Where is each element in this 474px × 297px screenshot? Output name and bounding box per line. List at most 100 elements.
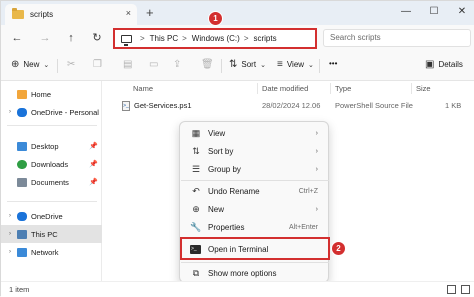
tab-title: scripts [30, 10, 54, 19]
menu-item-sort-by[interactable]: ⇅ Sort by › [184, 142, 326, 160]
breadcrumb-windows-c[interactable]: Windows (C:) [192, 34, 240, 43]
navigation-pane: Home › OneDrive - Personal Desktop 📌 Dow… [1, 81, 102, 281]
sort-button[interactable]: ⇅ Sort ⌄ [229, 59, 270, 70]
divider [411, 83, 412, 94]
plus-circle-icon: ⊕ [11, 59, 20, 70]
context-menu: ▦ View › ⇅ Sort by › ☰ Group by › ↶ Undo… [179, 121, 330, 283]
sidebar-item-label: Desktop [31, 141, 59, 151]
folder-icon [12, 8, 24, 19]
more-options-button[interactable]: ••• [329, 59, 337, 68]
menu-item-label: Undo Rename [208, 186, 260, 196]
chevron-right-icon[interactable]: › [9, 213, 17, 219]
column-header-size[interactable]: Size [416, 84, 431, 93]
chevron-right-icon[interactable]: › [9, 249, 17, 255]
details-button[interactable]: ▣ Details [425, 59, 463, 70]
divider [7, 125, 97, 126]
group-icon: ☰ [191, 163, 201, 174]
divider [181, 180, 329, 181]
column-header-date[interactable]: Date modified [262, 84, 308, 93]
up-button[interactable]: ↑ [63, 30, 79, 46]
menu-item-properties[interactable]: 🔧 Properties Alt+Enter [184, 218, 326, 236]
sidebar-item-label: Downloads [31, 159, 69, 169]
close-window-button[interactable]: ✕ [451, 3, 473, 21]
column-header-name[interactable]: Name [133, 84, 153, 93]
breadcrumb-separator: > [182, 34, 187, 43]
share-button[interactable]: ⇪ [173, 59, 185, 70]
sidebar-item-this-pc[interactable]: › This PC [1, 225, 102, 243]
sidebar-item-onedrive-personal[interactable]: › OneDrive - Personal [1, 103, 102, 121]
sidebar-item-onedrive[interactable]: › OneDrive [1, 207, 102, 225]
menu-item-show-more-options[interactable]: ⧉ Show more options [184, 264, 326, 282]
chevron-right-icon: › [315, 147, 318, 155]
details-pane-icon: ▣ [425, 59, 435, 70]
wrench-icon: 🔧 [190, 221, 202, 232]
network-icon [17, 247, 27, 257]
sidebar-item-label: Documents [31, 177, 69, 187]
copy-button[interactable]: ❐ [93, 59, 106, 70]
sort-icon: ⇅ [229, 59, 238, 70]
sidebar-item-home[interactable]: Home [1, 85, 102, 103]
forward-button[interactable]: → [37, 30, 53, 46]
table-row[interactable]: >_ Get-Services.ps1 28/02/2024 12.06 Pow… [117, 99, 467, 112]
rename-button[interactable]: ▭ [149, 59, 162, 70]
menu-item-view[interactable]: ▦ View › [184, 124, 326, 142]
chevron-down-icon: ⌄ [308, 61, 314, 69]
menu-item-new[interactable]: ⊕ New › [184, 200, 326, 218]
tiles-view-icon[interactable] [461, 285, 470, 294]
delete-button[interactable]: 🗑 [201, 59, 218, 70]
maximize-button[interactable]: ☐ [423, 3, 445, 21]
cut-button[interactable]: ✂ [67, 59, 79, 70]
rename-icon: ▭ [149, 59, 159, 70]
search-input[interactable]: Search scripts [323, 29, 471, 47]
chevron-right-icon[interactable]: › [9, 109, 17, 115]
close-tab-icon[interactable]: × [126, 8, 131, 18]
callout-badge-2: 2 [331, 241, 346, 256]
menu-item-group-by[interactable]: ☰ Group by › [184, 160, 326, 178]
new-tab-button[interactable]: + [146, 6, 154, 19]
back-button[interactable]: ← [9, 30, 25, 46]
breadcrumb-scripts[interactable]: scripts [253, 34, 276, 43]
powershell-file-icon: >_ [122, 101, 130, 111]
details-view-icon[interactable] [447, 285, 456, 294]
highlight-box [180, 237, 330, 260]
item-count: 1 item [9, 285, 30, 294]
scissors-icon: ✂ [67, 59, 76, 70]
share-icon: ⇪ [173, 59, 182, 70]
pin-icon[interactable]: 📌 [89, 160, 98, 168]
minimize-button[interactable]: — [395, 3, 417, 21]
file-date: 28/02/2024 12.06 [262, 101, 321, 110]
view-button-label: View [286, 60, 305, 69]
chevron-right-icon: › [315, 129, 318, 137]
copy-icon: ❐ [93, 59, 102, 70]
pin-icon[interactable]: 📌 [89, 178, 98, 186]
computer-icon [17, 229, 27, 239]
divider [7, 201, 97, 202]
sidebar-item-network[interactable]: › Network [1, 243, 102, 261]
callout-badge-1: 1 [208, 11, 223, 26]
sidebar-item-desktop[interactable]: Desktop 📌 [1, 137, 102, 155]
tab-scripts[interactable]: scripts × [5, 4, 137, 25]
divider [330, 83, 331, 94]
title-bar: scripts × + — ☐ ✕ [1, 1, 474, 25]
sidebar-item-documents[interactable]: Documents 📌 [1, 173, 102, 191]
computer-icon [121, 34, 132, 46]
paste-button[interactable]: ▤ [123, 59, 136, 70]
file-type: PowerShell Source File [335, 101, 413, 110]
breadcrumb-separator: > [243, 34, 249, 43]
menu-item-undo-rename[interactable]: ↶ Undo Rename Ctrl+Z [184, 182, 326, 200]
view-button[interactable]: ≡ View ⌄ [277, 59, 318, 70]
cloud-icon [17, 211, 27, 221]
chevron-right-icon[interactable]: › [9, 231, 17, 237]
menu-item-label: Show more options [208, 268, 277, 278]
menu-item-label: Sort by [208, 146, 234, 156]
address-bar[interactable]: > This PC > Windows (C:) > scripts [113, 28, 317, 49]
new-button[interactable]: ⊕ New ⌄ [11, 59, 53, 70]
menu-item-label: Properties [208, 222, 245, 232]
breadcrumb-this-pc[interactable]: This PC [150, 34, 178, 43]
sidebar-item-label: This PC [31, 229, 58, 239]
pin-icon[interactable]: 📌 [89, 142, 98, 150]
sidebar-item-downloads[interactable]: Downloads 📌 [1, 155, 102, 173]
refresh-button[interactable]: ↻ [89, 30, 105, 46]
column-header-type[interactable]: Type [335, 84, 351, 93]
trash-icon: 🗑 [201, 59, 214, 70]
